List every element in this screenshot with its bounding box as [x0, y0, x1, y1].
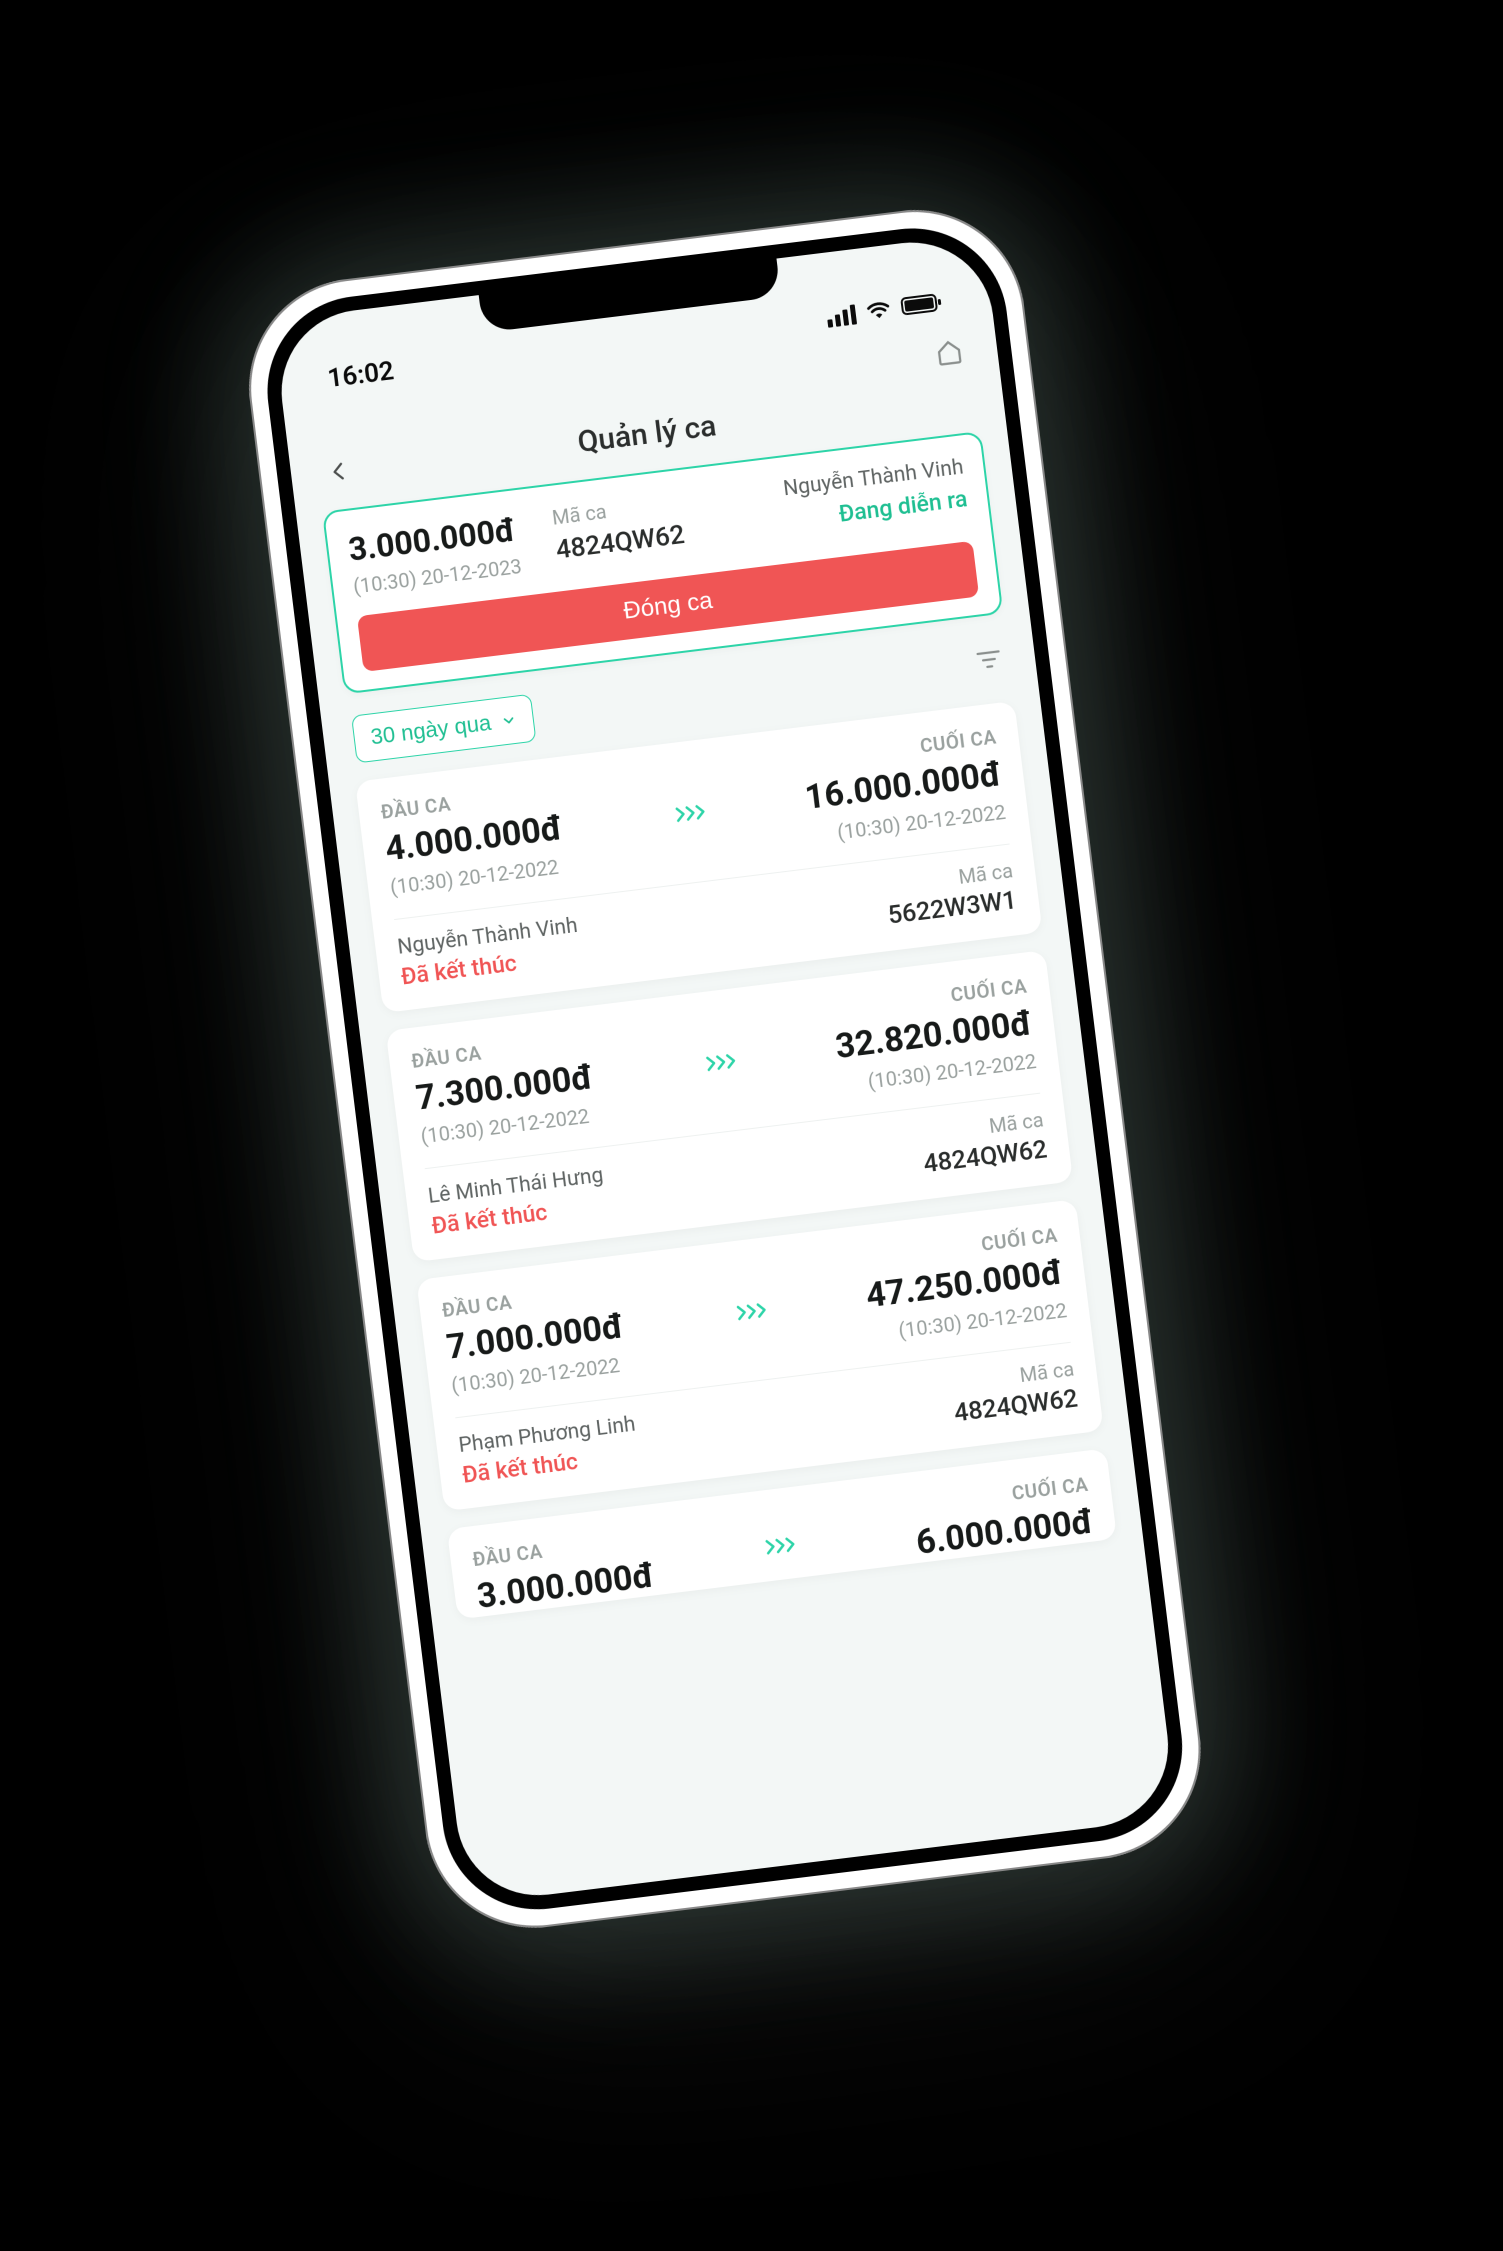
shift-code: 5622W3W1 [886, 886, 1018, 931]
transfer-arrows-icon [721, 1258, 787, 1363]
end-amount: 6.000.000đ [913, 1501, 1094, 1562]
app-screen: 16:02 [272, 233, 1177, 1904]
date-range-label: 30 ngày qua [369, 709, 492, 750]
end-label: CUỐI CA [949, 974, 1028, 1006]
end-label: CUỐI CA [979, 1223, 1058, 1255]
status-time: 16:02 [325, 356, 395, 394]
home-icon[interactable] [926, 329, 971, 374]
shift-history-list[interactable]: ĐẦU CA 4.000.000đ (10:30) 20-12-2022 [327, 679, 1177, 1904]
back-button[interactable] [316, 449, 361, 494]
end-label: CUỐI CA [1010, 1472, 1089, 1504]
shift-code-label: Mã ca [1018, 1356, 1075, 1386]
phone-bezel: 16:02 [256, 217, 1192, 1920]
stage: 16:02 [0, 0, 1503, 2251]
shift-code-label: Mã ca [987, 1107, 1044, 1137]
battery-icon [899, 288, 944, 323]
shift-code-label: Mã ca [957, 858, 1014, 888]
cellular-icon [825, 304, 856, 327]
phone-frame: 16:02 [236, 197, 1212, 1940]
transfer-arrows-icon [660, 759, 726, 864]
transfer-arrows-icon [752, 1507, 814, 1582]
filter-icon[interactable] [973, 644, 1005, 679]
wifi-icon [863, 295, 892, 328]
shift-code: 4824QW62 [952, 1384, 1079, 1428]
shift-code: 4824QW62 [921, 1135, 1048, 1179]
chevron-down-icon [499, 711, 517, 729]
end-label: CUỐI CA [918, 725, 997, 757]
tilt-wrapper: 16:02 [236, 197, 1212, 1940]
transfer-arrows-icon [691, 1009, 757, 1114]
status-right [825, 288, 945, 332]
